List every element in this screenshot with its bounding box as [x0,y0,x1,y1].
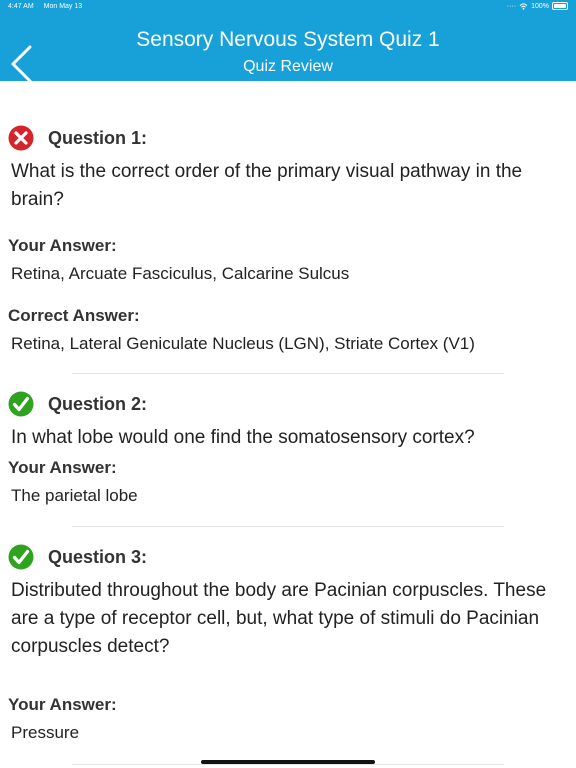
your-answer-label: Your Answer: [8,695,117,714]
divider [72,764,504,765]
correct-answer-label: Correct Answer: [8,306,140,325]
question-text: In what lobe would one find the somatose… [11,427,475,448]
your-answer-text: The parietal lobe [11,486,138,505]
battery-percent: 100% [531,2,549,10]
status-date: Mon May 13 [43,3,83,10]
page-subtitle: Quiz Review [243,58,333,75]
page-title: Sensory Nervous System Quiz 1 [136,28,440,51]
your-answer-text: Retina, Arcuate Fasciculus, Calcarine Su… [11,264,350,283]
wifi-icon [519,2,528,10]
signal-dots-icon: ···· [506,2,517,10]
correct-check-icon [8,391,34,417]
status-bar: 4:47 AM Mon May 13 ···· 100% [0,0,576,14]
divider [72,526,504,527]
question-label: Question 1: [48,127,148,148]
question-text: What is the correct order of the primary… [11,161,523,210]
your-answer-label: Your Answer: [8,236,117,255]
question-label: Question 3: [48,546,148,567]
divider [72,373,504,374]
status-time: 4:47 AM [8,3,34,10]
correct-check-icon [8,544,34,570]
wrong-x-icon [8,125,34,151]
question-label: Question 2: [48,393,148,414]
your-answer-text: Pressure [11,723,80,742]
battery-icon [552,2,568,10]
question-text: Distributed throughout the body are Paci… [11,580,547,657]
home-indicator[interactable] [201,760,375,764]
nav-header: Sensory Nervous System Quiz 1 Quiz Revie… [0,14,576,83]
correct-answer-text: Retina, Lateral Geniculate Nucleus (LGN)… [11,334,475,353]
your-answer-label: Your Answer: [8,458,117,477]
